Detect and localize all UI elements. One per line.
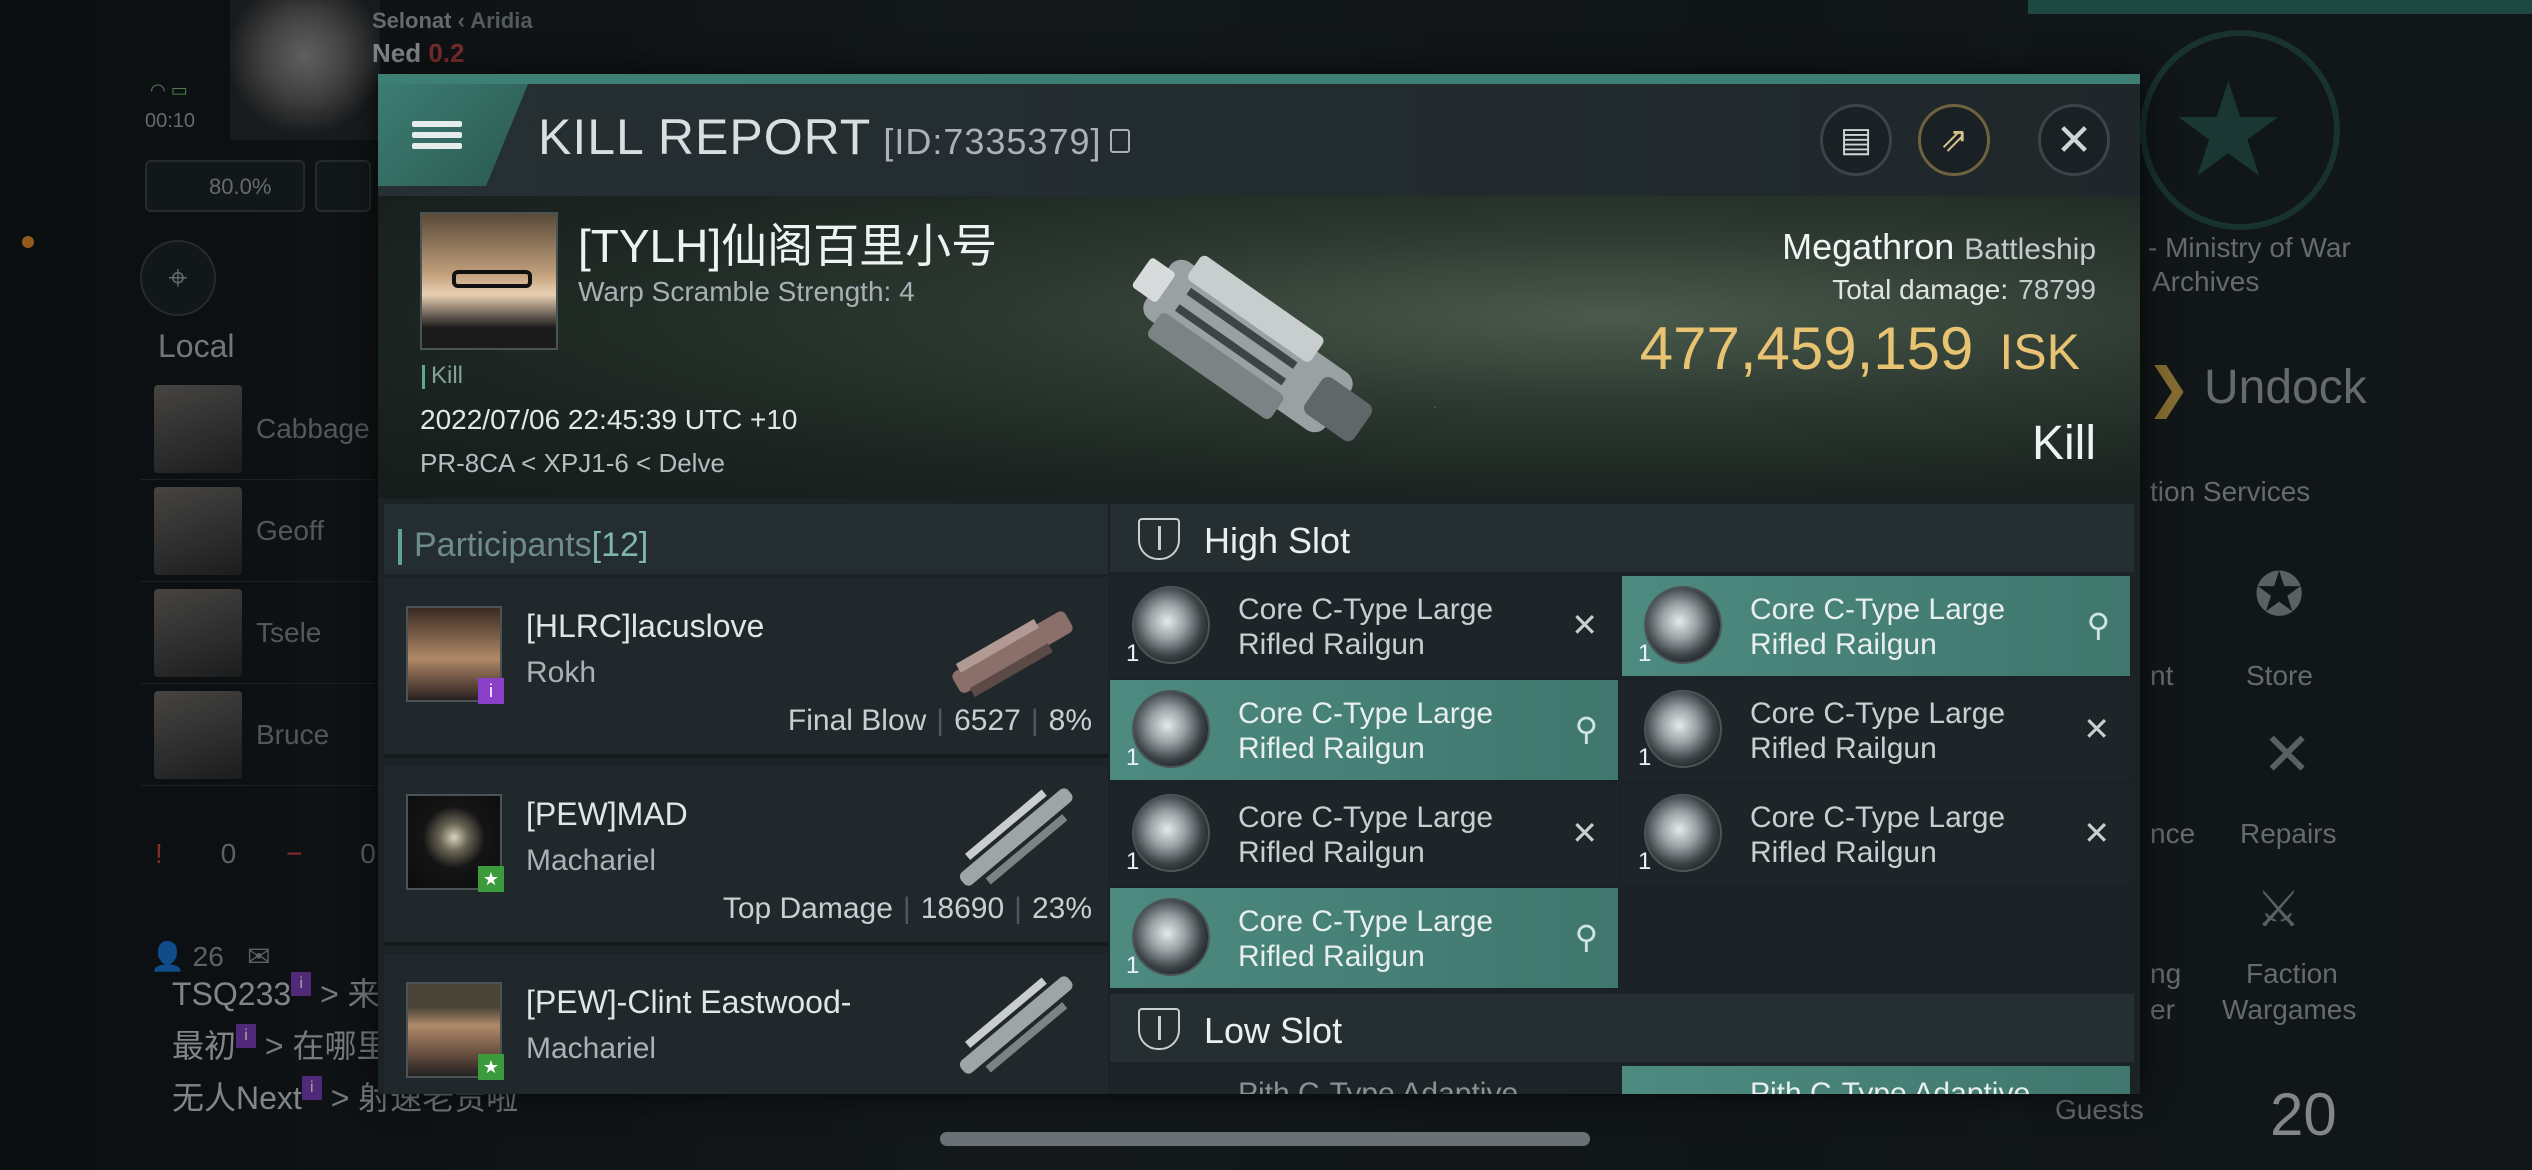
- participant-ship: Rokh: [526, 656, 597, 689]
- railgun-icon: [1132, 794, 1210, 872]
- victim-banner: [TYLH]仙阁百里小号 Warp Scramble Strength: 4 K…: [378, 196, 2140, 498]
- module-item[interactable]: Pith C-Type Adaptive: [1110, 1066, 1618, 1094]
- info-badge-icon: i: [478, 678, 504, 704]
- participant-ship: Machariel: [526, 1032, 657, 1065]
- kill-tag: Kill: [422, 362, 463, 390]
- module-qty: 1: [1126, 744, 1140, 771]
- clipboard-button[interactable]: ▤: [1820, 104, 1892, 176]
- high-slot-header: High Slot: [1110, 504, 2134, 572]
- star-badge-icon: ★: [478, 866, 504, 892]
- destroyed-icon: ✕: [1571, 815, 1598, 851]
- railgun-icon: [1132, 690, 1210, 768]
- participant-row[interactable]: ★ [PEW]-Clint Eastwood- Machariel: [384, 954, 1108, 1094]
- rokh-ship-icon: [952, 611, 1073, 697]
- module-qty: 1: [1638, 640, 1652, 667]
- participant-name: [PEW]MAD: [526, 796, 688, 832]
- machariel-ship-icon: [959, 976, 1073, 1074]
- module-qty: 1: [1126, 640, 1140, 667]
- fitting-panel[interactable]: High Slot 1 Core C-Type Large Rifled Rail…: [1110, 504, 2134, 1094]
- home-indicator[interactable]: [940, 1132, 1590, 1146]
- low-slot-icon: [1138, 1008, 1180, 1050]
- participant-name: [HLRC]lacuslove: [526, 608, 765, 644]
- warp-scramble-strength: Warp Scramble Strength: 4: [578, 276, 915, 307]
- railgun-icon: [1644, 690, 1722, 768]
- kill-date: 2022/07/06 22:45:39 UTC +10: [420, 404, 798, 435]
- kill-location[interactable]: PR-8CA < XPJ1-6 < Delve: [420, 448, 725, 479]
- module-item[interactable]: 1 Core C-Type Large Rifled Railgun ✕: [1622, 784, 2130, 884]
- destroyed-icon: ✕: [2083, 815, 2110, 851]
- module-name: Core C-Type Large Rifled Railgun: [1238, 697, 1494, 765]
- module-item[interactable]: 1 Core C-Type Large Rifled Railgun ✕: [1110, 784, 1618, 884]
- victim-name[interactable]: [TYLH]仙阁百里小号: [578, 210, 997, 276]
- low-slot-header: Low Slot: [1110, 994, 2134, 1062]
- participant-ship: Machariel: [526, 844, 657, 877]
- module-item[interactable]: 1 Core C-Type Large Rifled Railgun ✕: [1110, 576, 1618, 676]
- module-name: Core C-Type Large Rifled Railgun: [1238, 593, 1494, 661]
- module-item[interactable]: Pith C-Type Adaptive: [1622, 1066, 2130, 1094]
- module-qty: 1: [1638, 848, 1652, 875]
- railgun-icon: [1644, 794, 1722, 872]
- close-button[interactable]: ✕: [2038, 104, 2110, 176]
- participants-panel[interactable]: Participants[12] i [HLRC]lacuslove Rokh …: [384, 504, 1108, 1094]
- participant-stats: Top Damage | 18690 | 23%: [722, 892, 1092, 925]
- participant-stats: Final Blow | 6527 | 8%: [787, 704, 1092, 737]
- railgun-icon: [1644, 586, 1722, 664]
- module-item[interactable]: 1 Core C-Type Large Rifled Railgun ✕: [1622, 680, 2130, 780]
- module-item[interactable]: 1 Core C-Type Large Rifled Railgun ⚲: [1110, 680, 1618, 780]
- module-qty: 1: [1126, 848, 1140, 875]
- participants-header: Participants[12]: [384, 504, 1108, 574]
- destroyed-icon: ✕: [2083, 711, 2110, 747]
- module-item[interactable]: 1 Core C-Type Large Rifled Railgun ⚲: [1110, 888, 1618, 988]
- module-qty: 1: [1126, 952, 1140, 979]
- window-title: KILL REPORT [ID:7335379]: [538, 108, 1130, 166]
- share-button[interactable]: ⇗: [1918, 104, 1990, 176]
- kill-report-window: KILL REPORT [ID:7335379] ▤ ⇗ ✕ [TYLH]仙阁百里…: [378, 74, 2140, 1094]
- railgun-icon: [1132, 586, 1210, 664]
- report-id: [ID:7335379]: [883, 121, 1102, 162]
- total-damage: Total damage: 78799: [1832, 274, 2096, 305]
- dropped-icon: ⚲: [2086, 607, 2110, 643]
- isk-value: 477,459,159 ISK: [1639, 315, 2080, 382]
- high-slot-icon: [1138, 518, 1180, 560]
- module-name: Core C-Type Large Rifled Railgun: [1750, 593, 2006, 661]
- module-name: Pith C-Type Adaptive: [1238, 1077, 1519, 1094]
- star-badge-icon: ★: [478, 1054, 504, 1080]
- module-name: Core C-Type Large Rifled Railgun: [1750, 801, 2006, 869]
- module-item[interactable]: 1 Core C-Type Large Rifled Railgun ⚲: [1622, 576, 2130, 676]
- destroyed-icon: ✕: [1571, 607, 1598, 643]
- participant-row[interactable]: i [HLRC]lacuslove Rokh Final Blow | 6527 | 8…: [384, 578, 1108, 758]
- copy-id-icon[interactable]: [1109, 128, 1130, 153]
- module-name: Core C-Type Large Rifled Railgun: [1238, 905, 1494, 973]
- participant-name: [PEW]-Clint Eastwood-: [526, 984, 852, 1020]
- dropped-icon: ⚲: [1574, 711, 1598, 747]
- module-name: Core C-Type Large Rifled Railgun: [1750, 697, 2006, 765]
- victim-portrait[interactable]: [420, 212, 558, 350]
- menu-button[interactable]: [378, 84, 528, 186]
- railgun-icon: [1132, 898, 1210, 976]
- ship-image[interactable]: [1098, 216, 1398, 476]
- window-header: KILL REPORT [ID:7335379] ▤ ⇗ ✕: [378, 84, 2140, 196]
- result-label: Kill: [2031, 417, 2096, 470]
- module-qty: 1: [1638, 744, 1652, 771]
- module-name: Core C-Type Large Rifled Railgun: [1238, 801, 1494, 869]
- participant-row[interactable]: ★ [PEW]MAD Machariel Top Damage | 18690 | 23…: [384, 766, 1108, 946]
- dropped-icon: ⚲: [1574, 919, 1598, 955]
- ship-name[interactable]: Megathron Battleship: [1782, 226, 2096, 268]
- machariel-ship-icon: [959, 788, 1073, 886]
- module-name: Pith C-Type Adaptive: [1750, 1077, 2031, 1094]
